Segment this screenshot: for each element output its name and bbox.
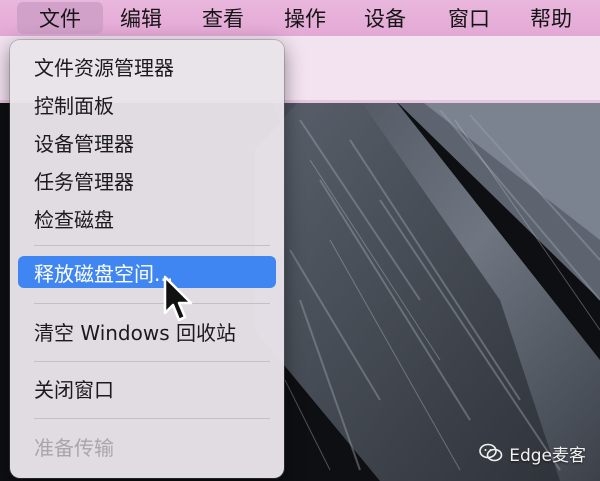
watermark-text: Edge麦客 xyxy=(509,445,586,466)
menu-file[interactable]: 文件 xyxy=(17,2,103,34)
menu-item-prepare-transfer: 准备传输 xyxy=(34,435,114,460)
menu-window[interactable]: 窗口 xyxy=(434,0,504,36)
menu-devices[interactable]: 设备 xyxy=(350,0,420,36)
menu-item-control-panel[interactable]: 控制面板 xyxy=(18,88,276,120)
menu-separator xyxy=(34,418,270,419)
menu-view[interactable]: 查看 xyxy=(188,0,258,36)
wechat-icon xyxy=(479,443,503,462)
menu-help[interactable]: 帮助 xyxy=(516,0,586,36)
mouse-pointer-icon xyxy=(163,275,195,325)
menu-item-file-explorer[interactable]: 文件资源管理器 xyxy=(18,50,276,82)
menu-edit[interactable]: 编辑 xyxy=(106,0,176,36)
menu-separator xyxy=(34,361,270,362)
menu-bar: 文件 编辑 查看 操作 设备 窗口 帮助 xyxy=(0,0,600,36)
menu-separator xyxy=(34,245,270,246)
menu-action[interactable]: 操作 xyxy=(270,0,340,36)
menu-item-task-manager[interactable]: 任务管理器 xyxy=(18,164,276,196)
menu-item-close-window[interactable]: 关闭窗口 xyxy=(18,372,276,404)
menu-item-empty-recycle-bin[interactable]: 清空 Windows 回收站 xyxy=(18,315,276,347)
menu-item-check-disk[interactable]: 检查磁盘 xyxy=(18,202,276,234)
menu-item-device-manager[interactable]: 设备管理器 xyxy=(18,126,276,158)
watermark: Edge麦客 xyxy=(479,438,586,468)
menu-item-free-disk-space[interactable]: 释放磁盘空间... xyxy=(18,256,276,288)
file-menu-dropdown: 文件资源管理器 控制面板 设备管理器 任务管理器 检查磁盘 释放磁盘空间... … xyxy=(10,40,284,478)
menu-separator xyxy=(34,303,270,304)
